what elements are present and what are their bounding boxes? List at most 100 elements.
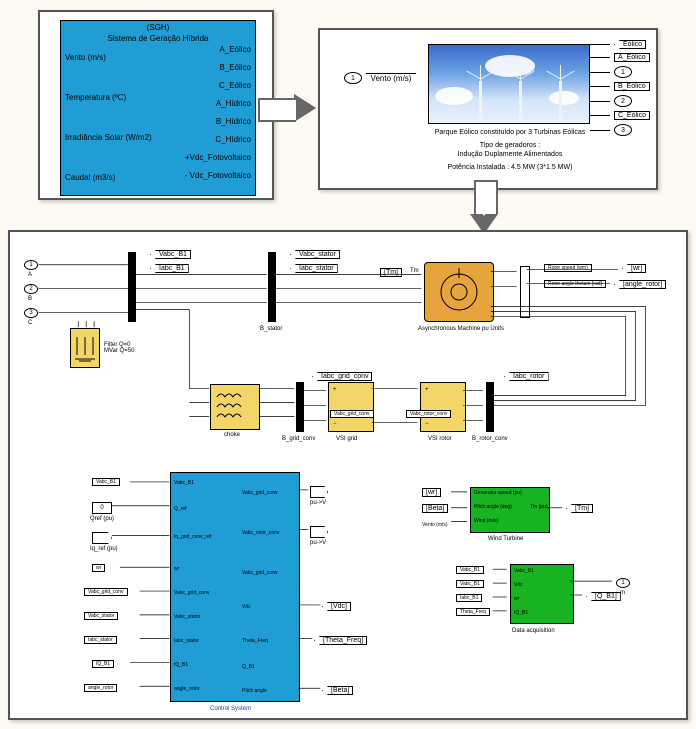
motor-icon (431, 268, 487, 316)
da-in-4[interactable]: Theta_Freq (456, 608, 490, 616)
wind-caption1: Parque Eólico constituído por 3 Turbinas… (400, 128, 620, 137)
da-in-1[interactable]: Vabc_B1 (456, 566, 484, 574)
vsi-grid-in-tag: Vabc_grid_conv (330, 410, 374, 418)
sgh-out-b-eol: B_Eólico (219, 63, 251, 72)
ctrl-in-iqb1[interactable]: IQ_B1 (92, 660, 114, 668)
async-machine-block[interactable] (424, 262, 494, 322)
tag-iabc-rotor[interactable]: Iabc_rotor (504, 372, 549, 381)
ctrl-in-vabc-stator[interactable]: Vabc_stator (84, 612, 118, 620)
ctrl-in-wr[interactable]: wr (92, 564, 105, 572)
bus-selector[interactable] (520, 266, 530, 318)
da-out-1: Vabc_B1 (514, 568, 534, 574)
sgh-block[interactable]: (SGH) Sistema de Geração Híbrida Vento (… (60, 20, 256, 196)
ctrl-il-3: Iq_grid_conv_ref (174, 534, 211, 540)
tag-iabc-b1[interactable]: Iabc_B1 (150, 264, 189, 273)
ctrl-in-angle[interactable]: angle_rotor (84, 684, 117, 692)
data-acq-label: Data acquisition (512, 628, 555, 634)
beta-out-tag[interactable]: [Beta] (322, 686, 353, 695)
vsi-grid-block[interactable]: + − (328, 382, 374, 432)
bus-rotor-conv-label: B_rotor_conv (472, 436, 508, 442)
gain-2-label: pu->V (310, 540, 326, 546)
wiring-net (10, 232, 686, 718)
outport-m[interactable]: 1 (616, 578, 630, 588)
tag-vabc-b1[interactable]: Vabc_B1 (150, 250, 191, 259)
inport-b[interactable]: 2 (24, 284, 38, 294)
ctrl-ol-5: Theta_Freq (242, 638, 268, 644)
sgh-in-temp: Temperatura (ºC) (65, 93, 126, 102)
vsi-rotor-label: VSI rotor (428, 436, 452, 442)
tag-vabc-stator[interactable]: Vabc_stator (290, 250, 340, 259)
bus-b1[interactable] (128, 252, 136, 322)
da-out-4: IQ_B1 (514, 610, 528, 616)
arrow-right-icon (276, 94, 298, 122)
b-eolico-tag: B_Eólico (614, 82, 650, 91)
theta-freq-tag[interactable]: [Theta_Freq] (314, 636, 367, 645)
gain-1[interactable] (310, 486, 328, 498)
wind-outports: Eólico A_Eólico 1 B_Eólico 2 C_Eólico 3 (590, 40, 650, 136)
gain-2[interactable] (310, 526, 328, 538)
bus-rotor-conv[interactable] (486, 382, 494, 432)
control-system-block[interactable] (170, 472, 300, 702)
ctrl-il-8: IQ_B1 (174, 662, 188, 668)
wt-tm-out-tag[interactable]: [Tm] (566, 504, 593, 513)
tag-iabc-stator[interactable]: Iabc_stator (290, 264, 338, 273)
wind-caption4: Potência Instalada : 4.5 MW (3*1.5 MW) (400, 163, 620, 172)
inport-c[interactable]: 3 (24, 308, 38, 318)
ctrl-il-9: angle_rotor (174, 686, 199, 692)
sgh-out-a-eol: A_Eólico (219, 45, 251, 54)
da-in-3[interactable]: Iabc_B1 (456, 594, 482, 602)
rotor-angle-label: Rotor angle thetam [rad] (544, 280, 606, 288)
wt-wr-tag[interactable]: [wr] (422, 488, 441, 497)
model-detail-panel: 1 A 2 B 3 C B_stator B_grid_conv B_rotor… (8, 230, 688, 720)
ctrl-il-2: Q_ref (174, 506, 187, 512)
tag-iabc-grid-conv[interactable]: Iabc_grid_conv (312, 372, 372, 381)
ctrl-il-5: Vabc_grid_conv (174, 590, 210, 596)
const-0[interactable]: 0 (92, 502, 112, 514)
wind-farm-image[interactable] (428, 44, 590, 124)
da-in-2[interactable]: Vabc_B1 (456, 580, 484, 588)
choke-label: choke (224, 432, 240, 438)
rotor-speed-label: Rotor speed (wm) (544, 264, 592, 272)
ctrl-ol-7: Pitch angle (242, 688, 267, 694)
wr-tag[interactable]: [wr] (622, 264, 646, 273)
ctrl-in-iabc-stator[interactable]: Iabc_stator (84, 636, 117, 644)
iq-ref[interactable] (92, 532, 112, 544)
c-eolico-tag: C_Eólico (614, 111, 650, 120)
sgh-subtitle: Sistema de Geração Híbrida (61, 34, 255, 43)
outport-3[interactable]: 3 (614, 124, 632, 136)
ctrl-ol-2: Vabc_rotor_conv (242, 530, 279, 536)
gain-1-label: pu->V (310, 500, 326, 506)
ctrl-in-1[interactable]: Vabc_B1 (92, 478, 120, 486)
iq-ref-label: Iq_ref (pu) (90, 546, 118, 552)
outport-1[interactable]: 1 (614, 66, 632, 78)
inport-number[interactable]: 1 (344, 72, 362, 84)
bus-grid-conv-label: B_grid_conv (282, 436, 315, 442)
filter-label: Filter Q=0 MVar Q=50 (104, 342, 144, 354)
vsi-rotor-block[interactable]: + − (420, 382, 466, 432)
wt-pitch: Pitch angle (deg) (474, 504, 512, 510)
vdc-tag[interactable]: [Vdc] (322, 602, 351, 611)
bus-stator[interactable] (268, 252, 276, 322)
inport-a[interactable]: 1 (24, 260, 38, 270)
outport-2[interactable]: 2 (614, 95, 632, 107)
tm-tag[interactable]: [Tm] (380, 268, 402, 277)
da-out-2: Vdc (514, 582, 523, 588)
eolico-tag[interactable]: Eólico (614, 40, 646, 49)
qb1-tag[interactable]: [Q_B1] (586, 592, 621, 601)
ctrl-il-6: Vabc_stator (174, 614, 200, 620)
filter-block[interactable] (70, 328, 100, 368)
sgh-out-a-hid: A_Hídrico (216, 99, 251, 108)
wind-caption2: Tipo de geradoros : (400, 141, 620, 150)
angle-rotor-tag[interactable]: [angle_rotor] (614, 280, 666, 289)
sgh-in-caudal: Caudal (m3/s) (65, 173, 115, 182)
bus-grid-conv[interactable] (296, 382, 304, 432)
inport-label: Vento (m/s) (371, 74, 412, 83)
da-out-3: wr (514, 596, 519, 602)
ctrl-in-vabc-grid[interactable]: Vabc_grid_conv (84, 588, 128, 596)
wt-beta-tag[interactable]: [Beta] (422, 504, 448, 513)
choke-block[interactable] (210, 384, 260, 430)
sgh-panel: (SGH) Sistema de Geração Híbrida Vento (… (38, 10, 274, 200)
inport-c-label: C (28, 320, 32, 326)
wind-caption3: Indução Duplamente Alimentados (400, 150, 620, 159)
wt-wind: Wind (m/s) (474, 518, 498, 524)
